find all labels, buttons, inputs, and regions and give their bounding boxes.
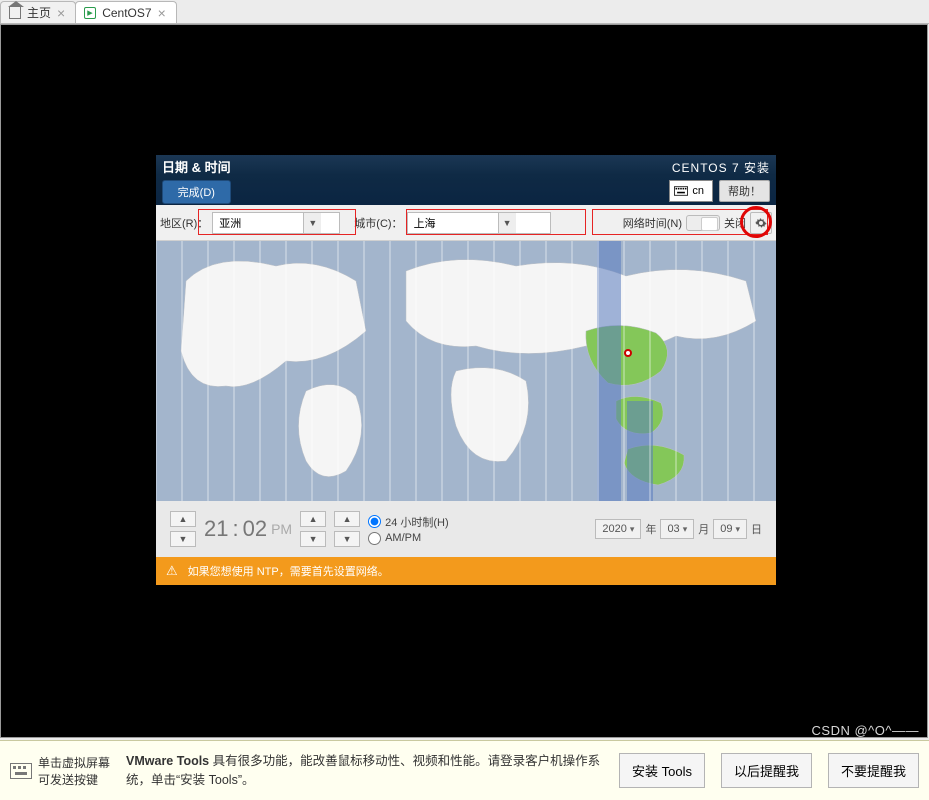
location-controls: 地区(R)： ▼ 城市(C)： ▼ 网络时间(N) 关闭 bbox=[156, 205, 776, 241]
time-format-radio: 24 小时制(H) AM/PM bbox=[368, 514, 449, 545]
region-label: 地区(R)： bbox=[160, 215, 208, 231]
installer-header: 日期 & 时间 完成(D) CENTOS 7 安装 cn 帮助！ bbox=[156, 155, 776, 205]
month-label: 月 bbox=[698, 521, 709, 537]
month-select[interactable]: 03 bbox=[660, 519, 694, 539]
format-ampm[interactable]: AM/PM bbox=[368, 532, 449, 545]
vmware-tools-bar: 单击虚拟屏幕 可发送按键 VMware Tools 具有很多功能，能改善鼠标移动… bbox=[0, 740, 929, 800]
region-select[interactable]: ▼ bbox=[212, 212, 340, 234]
chevron-up-icon[interactable]: ▲ bbox=[334, 511, 360, 527]
city-input[interactable] bbox=[408, 213, 498, 233]
chevron-up-icon[interactable]: ▲ bbox=[170, 511, 196, 527]
remind-later-button[interactable]: 以后提醒我 bbox=[721, 753, 812, 788]
keyboard-icon bbox=[10, 763, 32, 779]
chevron-down-icon[interactable]: ▼ bbox=[334, 531, 360, 547]
year-select[interactable]: 2020 bbox=[595, 519, 641, 539]
install-tools-button[interactable]: 安装 Tools bbox=[619, 753, 705, 788]
vmware-tabstrip: 主页 × CentOS7 × bbox=[0, 0, 929, 24]
never-remind-button[interactable]: 不要提醒我 bbox=[828, 753, 919, 788]
keyboard-icon bbox=[674, 186, 688, 196]
chevron-up-icon[interactable]: ▲ bbox=[300, 511, 326, 527]
install-name: CENTOS 7 安装 bbox=[672, 159, 770, 176]
send-keys-text: 单击虚拟屏幕 可发送按键 bbox=[38, 754, 110, 788]
year-label: 年 bbox=[645, 521, 656, 537]
date-controls: 2020 年 03 月 09 日 bbox=[595, 519, 762, 539]
tab-home[interactable]: 主页 × bbox=[0, 1, 76, 23]
help-button[interactable]: 帮助！ bbox=[719, 180, 770, 202]
region-input[interactable] bbox=[213, 213, 303, 233]
home-icon bbox=[9, 7, 21, 19]
gear-icon bbox=[755, 217, 767, 229]
spoke-title: 日期 & 时间 bbox=[162, 157, 231, 176]
vm-icon bbox=[84, 7, 96, 19]
close-icon[interactable]: × bbox=[158, 6, 166, 20]
keyboard-indicator[interactable]: cn bbox=[669, 180, 713, 202]
send-keys-hint: 单击虚拟屏幕 可发送按键 bbox=[10, 754, 110, 788]
vmware-message: VMware Tools 具有很多功能，能改善鼠标移动性、视频和性能。请登录客户… bbox=[126, 752, 603, 788]
done-button[interactable]: 完成(D) bbox=[162, 180, 231, 204]
ampm-spinner[interactable]: ▲ ▼ bbox=[334, 511, 360, 547]
chevron-down-icon[interactable]: ▼ bbox=[498, 213, 516, 233]
day-select[interactable]: 09 bbox=[713, 519, 747, 539]
close-icon[interactable]: × bbox=[57, 6, 65, 20]
network-time-switch[interactable] bbox=[686, 215, 720, 231]
time-display: 21 : 02 PM bbox=[204, 516, 292, 542]
network-time-label: 网络时间(N) bbox=[623, 215, 682, 231]
warning-text: 如果您想使用 NTP，需要首先设置网络。 bbox=[188, 563, 389, 579]
tab-vm-centos7[interactable]: CentOS7 × bbox=[75, 1, 177, 23]
minute-spinner[interactable]: ▲ ▼ bbox=[300, 511, 326, 547]
vmware-message-bold: VMware Tools bbox=[126, 754, 213, 768]
chevron-down-icon[interactable]: ▼ bbox=[170, 531, 196, 547]
network-time-state: 关闭 bbox=[724, 215, 746, 231]
tab-vm-label: CentOS7 bbox=[102, 6, 151, 20]
location-pin bbox=[624, 349, 632, 357]
tab-home-label: 主页 bbox=[27, 4, 51, 21]
chevron-down-icon[interactable]: ▼ bbox=[300, 531, 326, 547]
day-label: 日 bbox=[751, 521, 762, 537]
city-label: 城市(C)： bbox=[354, 215, 402, 231]
chevron-down-icon[interactable]: ▼ bbox=[303, 213, 321, 233]
time-date-row: ▲ ▼ 21 : 02 PM ▲ ▼ ▲ ▼ 24 小时 bbox=[156, 501, 776, 557]
format-24h[interactable]: 24 小时制(H) bbox=[368, 514, 449, 530]
ntp-settings-button[interactable] bbox=[750, 212, 772, 234]
vm-viewport[interactable]: 日期 & 时间 完成(D) CENTOS 7 安装 cn 帮助！ 地区(R)： … bbox=[0, 24, 928, 738]
keyboard-layout: cn bbox=[692, 185, 704, 197]
hour-spinner[interactable]: ▲ ▼ bbox=[170, 511, 196, 547]
time-minute: 02 bbox=[243, 516, 267, 542]
timezone-map[interactable]: for(let i=0;i<24;i++)document.write('<di… bbox=[156, 241, 776, 501]
time-ampm: PM bbox=[271, 521, 292, 537]
anaconda-datetime-spoke: 日期 & 时间 完成(D) CENTOS 7 安装 cn 帮助！ 地区(R)： … bbox=[156, 155, 776, 585]
time-hour: 21 bbox=[204, 516, 228, 542]
city-select[interactable]: ▼ bbox=[407, 212, 551, 234]
warning-icon: ⚠ bbox=[166, 563, 178, 579]
warning-bar: ⚠ 如果您想使用 NTP，需要首先设置网络。 bbox=[156, 557, 776, 585]
